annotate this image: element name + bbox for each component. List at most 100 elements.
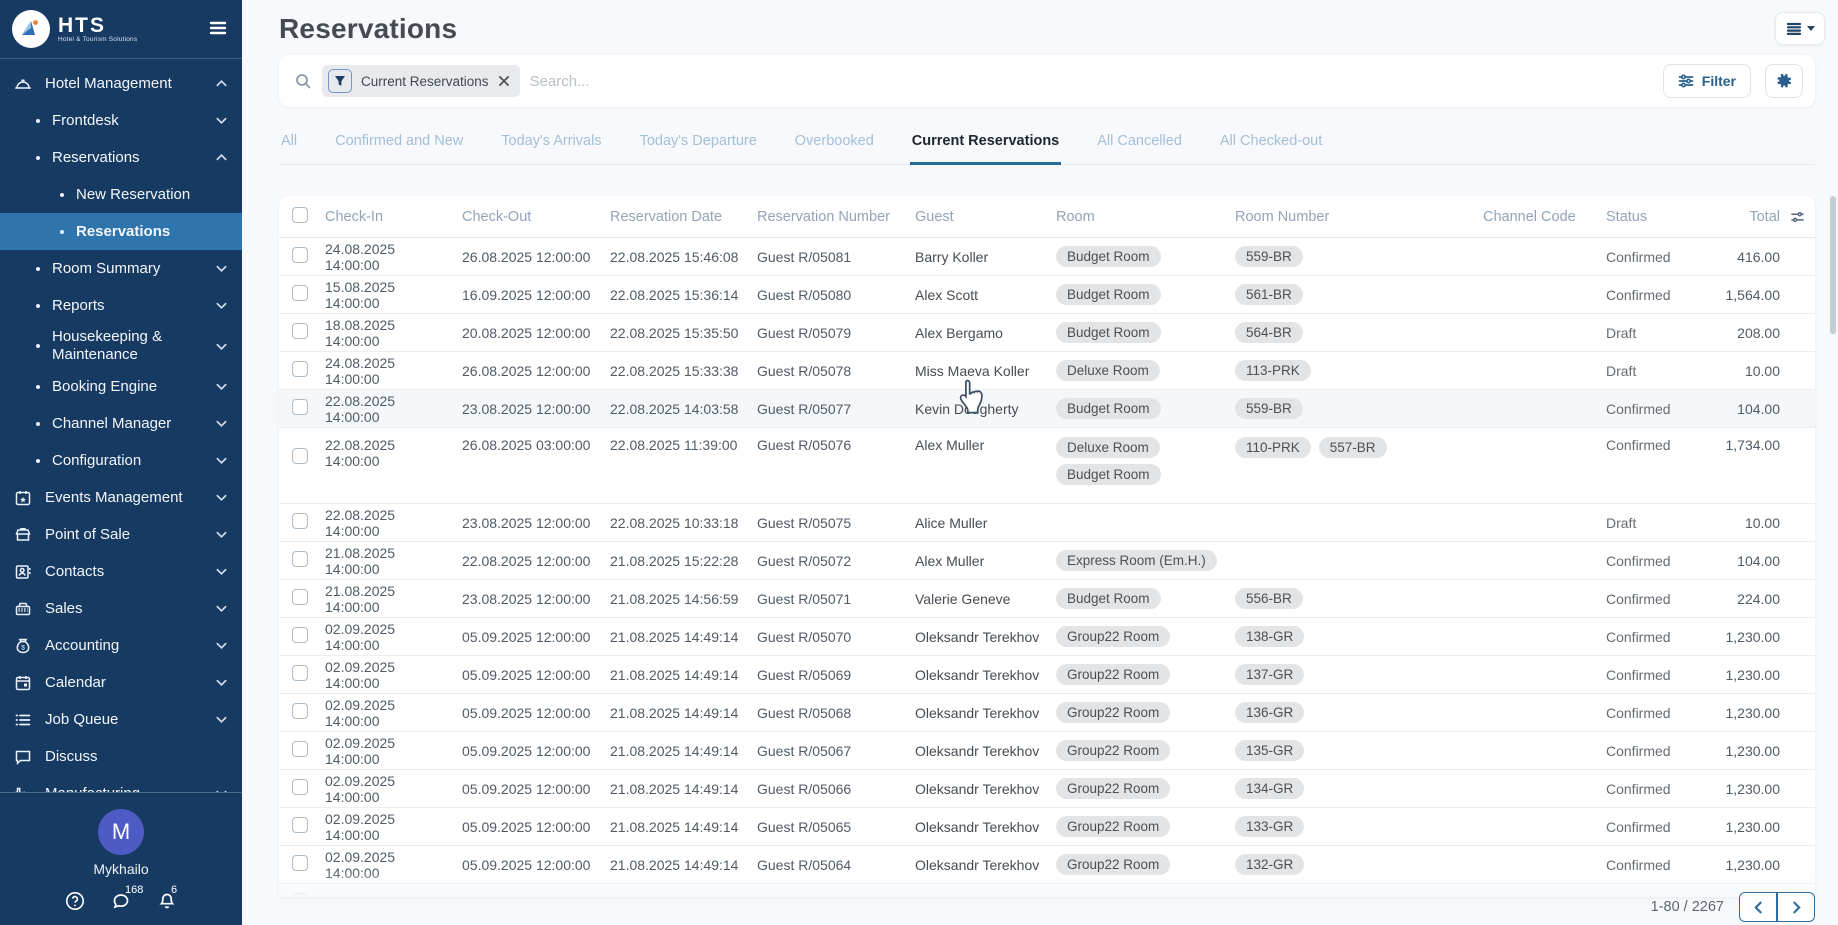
table-row[interactable]: 02.09.2025 14:00:0005.09.2025 12:00:0021… (279, 808, 1815, 846)
search-input[interactable] (530, 73, 1653, 90)
table-row[interactable]: 02.09.2025 14:00:0005.09.2025 12:00:0021… (279, 656, 1815, 694)
sidebar-item-job-queue[interactable]: Job Queue (0, 701, 242, 738)
row-checkbox[interactable] (292, 513, 308, 529)
logo-tagline: Hotel & Tourism Solutions (58, 36, 137, 43)
tab-all-checked-out[interactable]: All Checked-out (1218, 123, 1324, 165)
room-tag: Budget Room (1056, 398, 1161, 419)
sidebar-item-discuss[interactable]: Discuss (0, 738, 242, 775)
column-header-total[interactable]: Total (1700, 209, 1790, 225)
sidebar-header: HTS Hotel & Tourism Solutions (0, 0, 242, 59)
sidebar-item-housekeeping-maintenance[interactable]: Housekeeping & Maintenance (0, 324, 242, 368)
row-checkbox[interactable] (292, 285, 308, 301)
row-checkbox[interactable] (292, 779, 308, 795)
view-switcher-button[interactable] (1775, 12, 1825, 45)
table-row[interactable]: 02.09.2025 14:00:0005.09.2025 12:00:0021… (279, 846, 1815, 884)
table-row[interactable]: 22.08.2025 14:00:0023.08.2025 12:00:0022… (279, 504, 1815, 542)
row-checkbox[interactable] (292, 741, 308, 757)
sidebar-item-room-summary[interactable]: Room Summary (0, 250, 242, 287)
reservation-date-cell: 22.08.2025 15:46:08 (610, 249, 757, 265)
table-row[interactable]: 15.08.2025 14:00:0016.09.2025 12:00:0022… (279, 276, 1815, 314)
sidebar-item-accounting[interactable]: $Accounting (0, 627, 242, 664)
table-row[interactable]: 02.09.2025 14:00:0005.09.2025 12:00:0021… (279, 732, 1815, 770)
table-row[interactable]: 02.09.2025 14:00:0005.09.2025 12:00:0021… (279, 770, 1815, 808)
row-checkbox[interactable] (292, 893, 308, 897)
table-row[interactable]: 18.08.2025 14:00:0020.08.2025 12:00:0022… (279, 314, 1815, 352)
sidebar-item-manufacturing[interactable]: Manufacturing (0, 775, 242, 792)
sidebar-item-calendar[interactable]: Calendar (0, 664, 242, 701)
filter-chip[interactable]: Current Reservations (322, 65, 520, 97)
reservation-number-cell: Guest R/05076 (757, 428, 915, 453)
column-settings-icon[interactable] (1790, 209, 1815, 225)
sidebar-item-point-of-sale[interactable]: Point of Sale (0, 516, 242, 553)
column-header-reservation-date[interactable]: Reservation Date (610, 209, 757, 225)
help-icon[interactable] (65, 891, 85, 911)
next-page-button[interactable] (1777, 892, 1815, 922)
column-header-status[interactable]: Status (1606, 209, 1700, 225)
table-row[interactable]: 24.08.2025 14:00:0026.08.2025 12:00:0022… (279, 238, 1815, 276)
status-cell: Confirmed (1606, 857, 1700, 873)
sidebar-item-new-reservation[interactable]: New Reservation (0, 176, 242, 213)
sidebar-item-reservations[interactable]: Reservations (0, 139, 242, 176)
row-checkbox[interactable] (292, 817, 308, 833)
chip-close-icon[interactable] (498, 75, 510, 87)
table-row[interactable]: 02.09.2025 14:00:0005.09.2025 12:00:0021… (279, 694, 1815, 732)
select-all-checkbox[interactable] (292, 207, 308, 223)
sidebar-item-frontdesk[interactable]: Frontdesk (0, 102, 242, 139)
tab-confirmed-and-new[interactable]: Confirmed and New (333, 123, 465, 165)
user-avatar[interactable]: M (98, 809, 144, 855)
table-row[interactable]: 21.08.2025 14:00:0022.08.2025 12:00:0021… (279, 542, 1815, 580)
column-header-channel-code[interactable]: Channel Code (1483, 209, 1606, 225)
tab-all-cancelled[interactable]: All Cancelled (1095, 123, 1184, 165)
row-checkbox[interactable] (292, 551, 308, 567)
row-checkbox[interactable] (292, 665, 308, 681)
vertical-scrollbar[interactable] (1830, 196, 1836, 334)
filter-button[interactable]: Filter (1663, 64, 1751, 98)
row-checkbox[interactable] (292, 627, 308, 643)
room-tag: Group22 Room (1056, 702, 1170, 723)
column-header-room-number[interactable]: Room Number (1235, 209, 1483, 225)
tab-today-s-arrivals[interactable]: Today's Arrivals (499, 123, 603, 165)
messages-icon[interactable]: 168 (111, 891, 131, 911)
sidebar-toggle-icon[interactable] (208, 18, 228, 41)
row-checkbox[interactable] (292, 855, 308, 871)
column-header-room[interactable]: Room (1056, 209, 1235, 225)
check-in-cell: 02.09.2025 14:00:00 (325, 811, 462, 843)
table-row[interactable]: 24.08.2025 14:00:0026.08.2025 12:00:0022… (279, 352, 1815, 390)
row-checkbox[interactable] (292, 448, 308, 464)
sidebar-item-booking-engine[interactable]: Booking Engine (0, 368, 242, 405)
column-header-guest[interactable]: Guest (915, 209, 1056, 225)
row-checkbox[interactable] (292, 361, 308, 377)
sidebar-item-configuration[interactable]: Configuration (0, 442, 242, 479)
room-tag: Group22 Room (1056, 816, 1170, 837)
tab-current-reservations[interactable]: Current Reservations (910, 123, 1061, 165)
sidebar-item-contacts[interactable]: Contacts (0, 553, 242, 590)
room-number-cell: 138-GR (1235, 626, 1483, 647)
settings-button[interactable] (1765, 64, 1803, 98)
table-row[interactable]: 22.08.2025 14:00:0026.08.2025 03:00:0022… (279, 428, 1815, 504)
row-checkbox[interactable] (292, 247, 308, 263)
row-checkbox[interactable] (292, 323, 308, 339)
notifications-icon[interactable]: 6 (157, 891, 177, 911)
column-header-check-out[interactable]: Check-Out (462, 209, 610, 225)
row-checkbox[interactable] (292, 589, 308, 605)
sidebar-item-channel-manager[interactable]: Channel Manager (0, 405, 242, 442)
table-row-partial[interactable] (279, 884, 1815, 897)
prev-page-button[interactable] (1739, 892, 1777, 922)
sidebar-item-events-management[interactable]: Events Management (0, 479, 242, 516)
check-in-cell: 18.08.2025 14:00:00 (325, 317, 462, 349)
room-cell: Group22 Room (1056, 740, 1235, 761)
sidebar-item-reservations[interactable]: Reservations (0, 213, 242, 250)
row-checkbox[interactable] (292, 399, 308, 415)
table-row[interactable]: 22.08.2025 14:00:0023.08.2025 12:00:0022… (279, 390, 1815, 428)
table-row[interactable]: 02.09.2025 14:00:0005.09.2025 12:00:0021… (279, 618, 1815, 656)
tab-overbooked[interactable]: Overbooked (793, 123, 876, 165)
sidebar-item-sales[interactable]: Sales (0, 590, 242, 627)
tab-today-s-departure[interactable]: Today's Departure (638, 123, 759, 165)
sidebar-item-hotel-management[interactable]: Hotel Management (0, 65, 242, 102)
column-header-reservation-number[interactable]: Reservation Number (757, 209, 915, 225)
tab-all[interactable]: All (279, 123, 299, 165)
row-checkbox[interactable] (292, 703, 308, 719)
table-row[interactable]: 21.08.2025 14:00:0023.08.2025 12:00:0021… (279, 580, 1815, 618)
sidebar-item-reports[interactable]: Reports (0, 287, 242, 324)
column-header-check-in[interactable]: Check-In (325, 209, 462, 225)
